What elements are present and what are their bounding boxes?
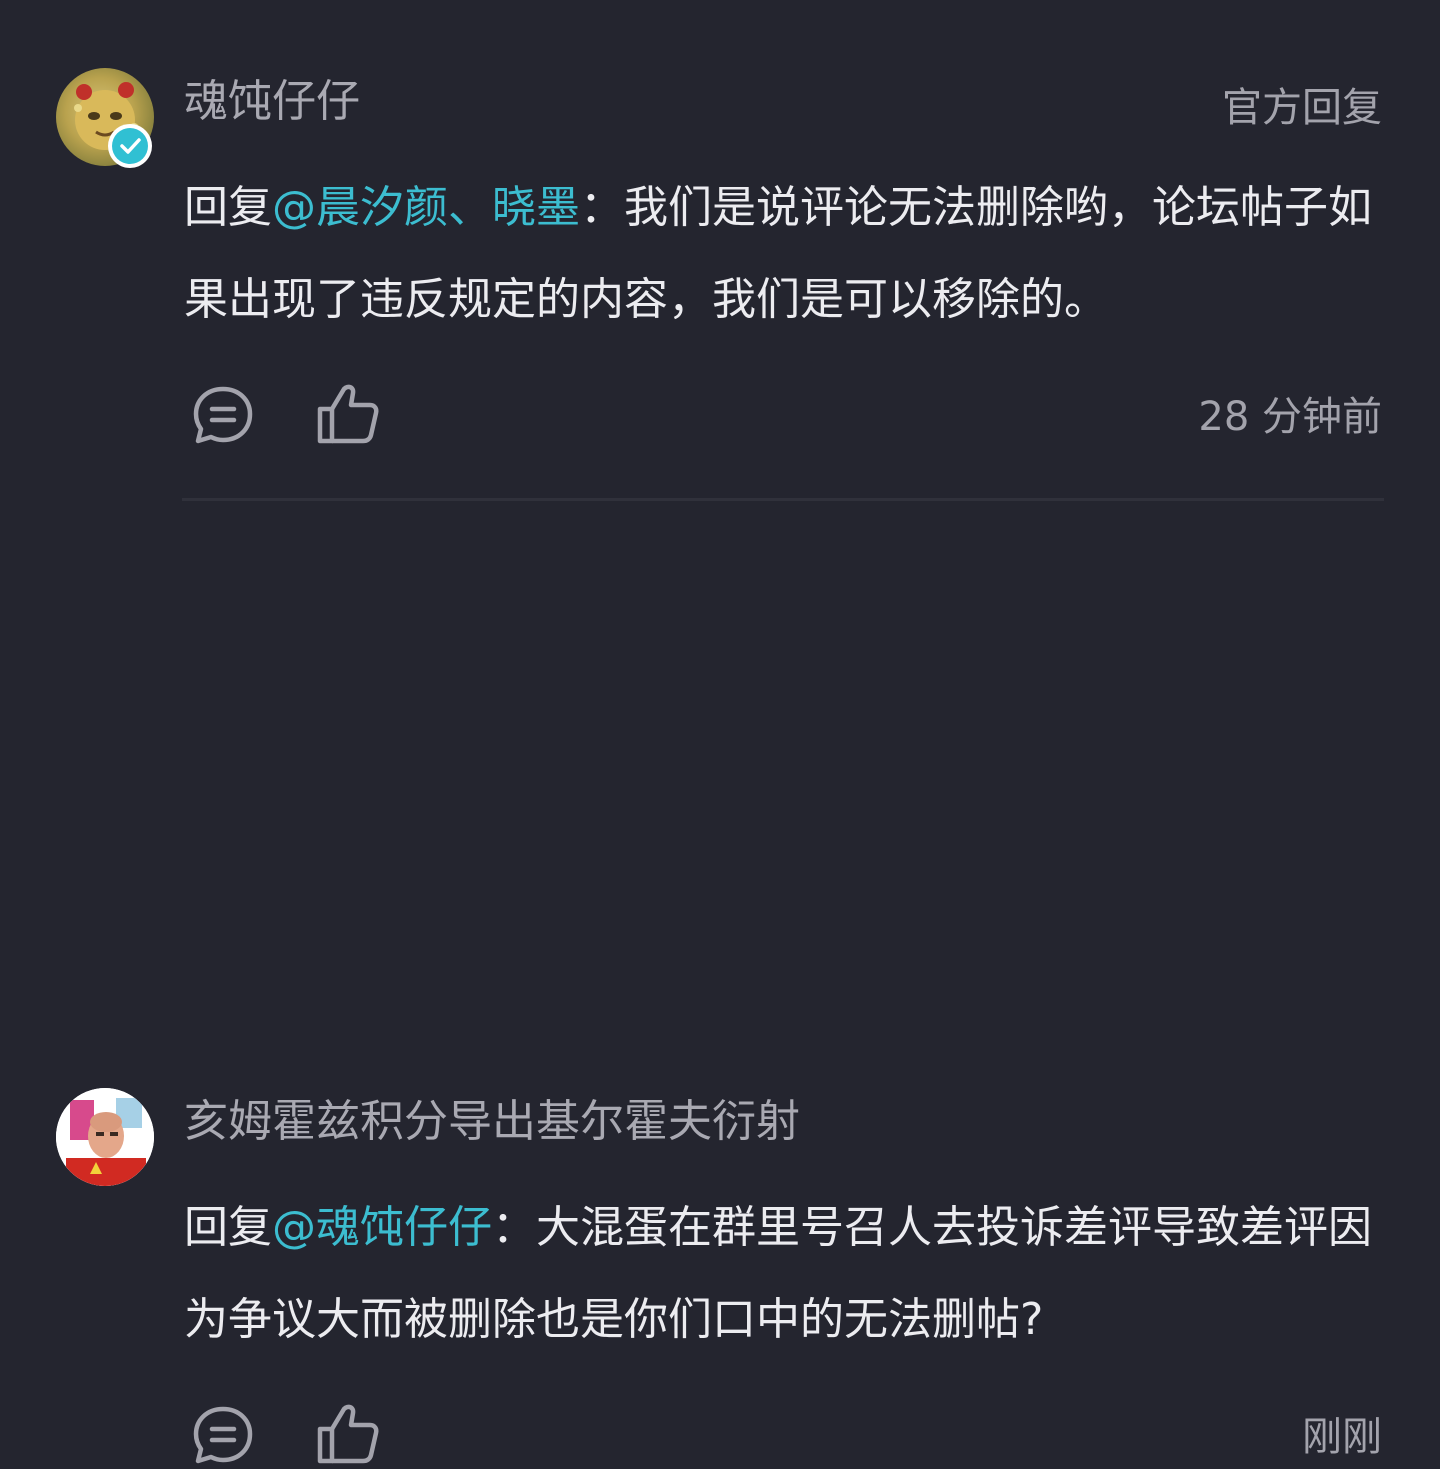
avatar[interactable] [56,1088,154,1186]
reply-prefix: 回复 [184,182,272,233]
comment-bubble-icon[interactable] [190,1403,256,1469]
mention-link[interactable]: @魂饨仔仔 [272,1202,492,1253]
avatar-image [56,1088,154,1186]
timestamp: 28 分钟前 [1198,394,1382,440]
verified-check-icon [108,124,152,168]
username[interactable]: 亥姆霍兹积分导出基尔霍夫衍射 [184,1094,800,1150]
comment-item: 魂饨仔仔 官方回复 回复@晨汐颜、晓墨：我们是说评论无法删除哟，论坛帖子如果出现… [0,0,1440,501]
official-reply-tag: 官方回复 [1222,85,1382,131]
mention-link[interactable]: @晨汐颜、晓墨 [272,182,580,233]
username[interactable]: 魂饨仔仔 [184,74,360,130]
comment-content: 回复@魂饨仔仔：大混蛋在群里号召人去投诉差评导致差评因为争议大而被删除也是你们口… [184,1182,1384,1366]
comment-item: 亥姆霍兹积分导出基尔霍夫衍射 回复@魂饨仔仔：大混蛋在群里号召人去投诉差评导致差… [0,500,1440,1464]
thumbs-up-icon[interactable] [314,381,380,447]
comment-bubble-icon[interactable] [190,383,256,449]
timestamp: 刚刚 [1302,1414,1382,1460]
reply-prefix: 回复 [184,1202,272,1253]
comment-content: 回复@晨汐颜、晓墨：我们是说评论无法删除哟，论坛帖子如果出现了违反规定的内容，我… [184,162,1384,346]
thumbs-up-icon[interactable] [314,1401,380,1467]
